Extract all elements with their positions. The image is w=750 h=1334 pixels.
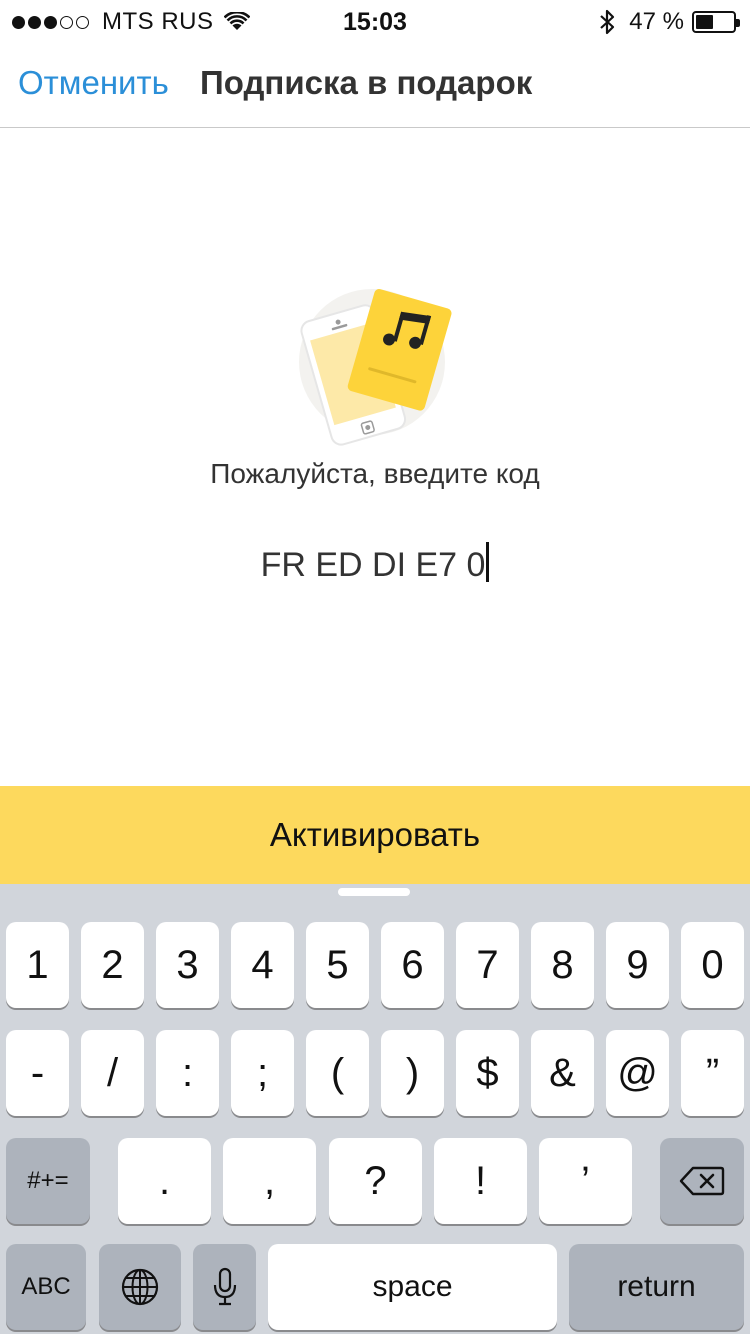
microphone-icon — [213, 1267, 236, 1306]
key-semicolon[interactable]: ; — [231, 1030, 294, 1116]
key-open-paren[interactable]: ( — [306, 1030, 369, 1116]
activate-button[interactable]: Активировать — [0, 786, 750, 884]
key-8[interactable]: 8 — [531, 922, 594, 1008]
backspace-icon — [679, 1166, 725, 1196]
return-key[interactable]: return — [569, 1244, 744, 1330]
key-0[interactable]: 0 — [681, 922, 744, 1008]
key-9[interactable]: 9 — [606, 922, 669, 1008]
key-7[interactable]: 7 — [456, 922, 519, 1008]
key-2[interactable]: 2 — [81, 922, 144, 1008]
text-caret — [486, 542, 490, 582]
navigation-bar: Отменить Подписка в подарок — [0, 42, 750, 128]
key-comma[interactable]: , — [223, 1138, 316, 1224]
key-period[interactable]: . — [118, 1138, 211, 1224]
key-5[interactable]: 5 — [306, 922, 369, 1008]
key-exclamation[interactable]: ! — [434, 1138, 527, 1224]
gift-subscription-illustration — [299, 289, 452, 446]
code-prompt: Пожалуйста, введите код — [210, 458, 540, 489]
globe-key[interactable] — [99, 1244, 181, 1330]
key-4[interactable]: 4 — [231, 922, 294, 1008]
key-question[interactable]: ? — [329, 1138, 422, 1224]
key-ampersand[interactable]: & — [531, 1030, 594, 1116]
key-colon[interactable]: : — [156, 1030, 219, 1116]
space-key[interactable]: space — [268, 1244, 557, 1330]
gift-code-input[interactable]: FR ED DI E7 0 — [0, 542, 750, 585]
key-1[interactable]: 1 — [6, 922, 69, 1008]
key-3[interactable]: 3 — [156, 922, 219, 1008]
battery-icon — [692, 11, 740, 33]
keyboard-handle — [338, 888, 410, 896]
symbols-toggle-key[interactable]: #+= — [6, 1138, 90, 1224]
key-quote[interactable]: ” — [681, 1030, 744, 1116]
status-bar: MTS RUS 15:03 47 % — [0, 0, 750, 42]
globe-icon — [121, 1268, 159, 1306]
key-close-paren[interactable]: ) — [381, 1030, 444, 1116]
cancel-button[interactable]: Отменить — [18, 64, 169, 102]
key-at[interactable]: @ — [606, 1030, 669, 1116]
key-hyphen[interactable]: - — [6, 1030, 69, 1116]
abc-key[interactable]: ABC — [6, 1244, 86, 1330]
page-title: Подписка в подарок — [200, 64, 533, 101]
bluetooth-icon — [600, 9, 615, 35]
key-slash[interactable]: / — [81, 1030, 144, 1116]
keyboard: 1 2 3 4 5 6 7 8 9 0 - / : ; ( ) $ & @ ” … — [0, 884, 750, 1334]
dictation-key[interactable] — [193, 1244, 256, 1330]
gift-code-value: FR ED DI E7 0 — [260, 546, 486, 584]
key-apostrophe[interactable]: ’ — [539, 1138, 632, 1224]
battery-percent: 47 % — [629, 8, 684, 35]
key-dollar[interactable]: $ — [456, 1030, 519, 1116]
key-6[interactable]: 6 — [381, 922, 444, 1008]
backspace-key[interactable] — [660, 1138, 744, 1224]
